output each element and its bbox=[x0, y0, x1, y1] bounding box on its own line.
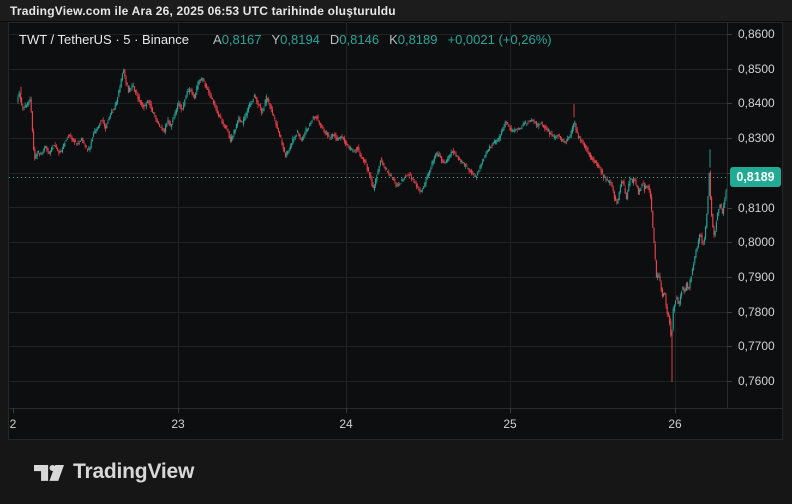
time-axis-tick bbox=[13, 408, 14, 413]
price-axis-tick bbox=[727, 138, 732, 139]
time-axis-tick bbox=[675, 408, 676, 413]
close-value: 0,8189 bbox=[398, 32, 438, 47]
symbol-info-bar: TWT / TetherUS · 5 · Binance A0,8167 Y0,… bbox=[19, 30, 552, 48]
price-axis-label: 0,8300 bbox=[738, 130, 775, 146]
tradingview-brand-link[interactable]: TradingView bbox=[34, 460, 194, 484]
attribution-bar: TradingView.com ile Ara 26, 2025 06:53 U… bbox=[0, 0, 792, 22]
footer-bar: TradingView bbox=[0, 440, 792, 504]
change-value: +0,0021 (+0,26%) bbox=[448, 32, 552, 47]
tradingview-logo-icon bbox=[34, 460, 64, 484]
price-axis-label: 0,8100 bbox=[738, 200, 775, 216]
price-axis-tick bbox=[727, 381, 732, 382]
time-axis-tick bbox=[178, 408, 179, 413]
price-axis-tick bbox=[727, 346, 732, 347]
candlestick-chart-canvas[interactable] bbox=[9, 23, 727, 408]
price-axis-label: 0,7800 bbox=[738, 304, 775, 320]
price-axis-label: 0,7700 bbox=[738, 338, 775, 354]
high-label: Y bbox=[271, 32, 280, 47]
symbol-title: TWT / TetherUS · 5 · Binance bbox=[19, 32, 189, 47]
current-price-badge: 0,8189 bbox=[730, 167, 781, 187]
price-axis-label: 0,8000 bbox=[738, 234, 775, 250]
plot-area[interactable]: TWT / TetherUS · 5 · Binance A0,8167 Y0,… bbox=[9, 23, 727, 408]
chart-pane: TWT / TetherUS · 5 · Binance A0,8167 Y0,… bbox=[8, 22, 783, 440]
time-axis-label: 24 bbox=[339, 417, 352, 431]
price-axis-label: 0,8400 bbox=[738, 95, 775, 111]
price-axis-tick bbox=[727, 242, 732, 243]
time-axis-label: 2 bbox=[10, 417, 17, 431]
price-axis-tick bbox=[727, 69, 732, 70]
time-axis-label: 23 bbox=[171, 417, 184, 431]
time-axis-tick bbox=[510, 408, 511, 413]
time-axis-tick bbox=[346, 408, 347, 413]
price-axis[interactable]: 0,8189 0,86000,85000,84000,83000,82000,8… bbox=[727, 23, 783, 408]
close-label: K bbox=[389, 32, 398, 47]
tradingview-snapshot: TradingView.com ile Ara 26, 2025 06:53 U… bbox=[0, 0, 792, 504]
price-axis-tick bbox=[727, 208, 732, 209]
time-axis-label: 26 bbox=[668, 417, 681, 431]
price-axis-tick bbox=[727, 277, 732, 278]
open-value: 0,8167 bbox=[222, 32, 262, 47]
low-label: D bbox=[330, 32, 339, 47]
price-axis-tick bbox=[727, 34, 732, 35]
time-axis-label: 25 bbox=[503, 417, 516, 431]
price-axis-label: 0,8500 bbox=[738, 61, 775, 77]
price-axis-tick bbox=[727, 312, 732, 313]
price-axis-label: 0,7900 bbox=[738, 269, 775, 285]
time-axis[interactable]: 2 23 24 25 26 bbox=[9, 408, 782, 439]
attribution-text: TradingView.com ile Ara 26, 2025 06:53 U… bbox=[10, 4, 396, 18]
price-axis-tick bbox=[727, 103, 732, 104]
price-axis-label: 0,8600 bbox=[738, 26, 775, 42]
low-value: 0,8146 bbox=[339, 32, 379, 47]
open-label: A bbox=[213, 32, 222, 47]
price-axis-label: 0,7600 bbox=[738, 373, 775, 389]
tradingview-brand-text: TradingView bbox=[73, 460, 194, 484]
high-value: 0,8194 bbox=[280, 32, 320, 47]
